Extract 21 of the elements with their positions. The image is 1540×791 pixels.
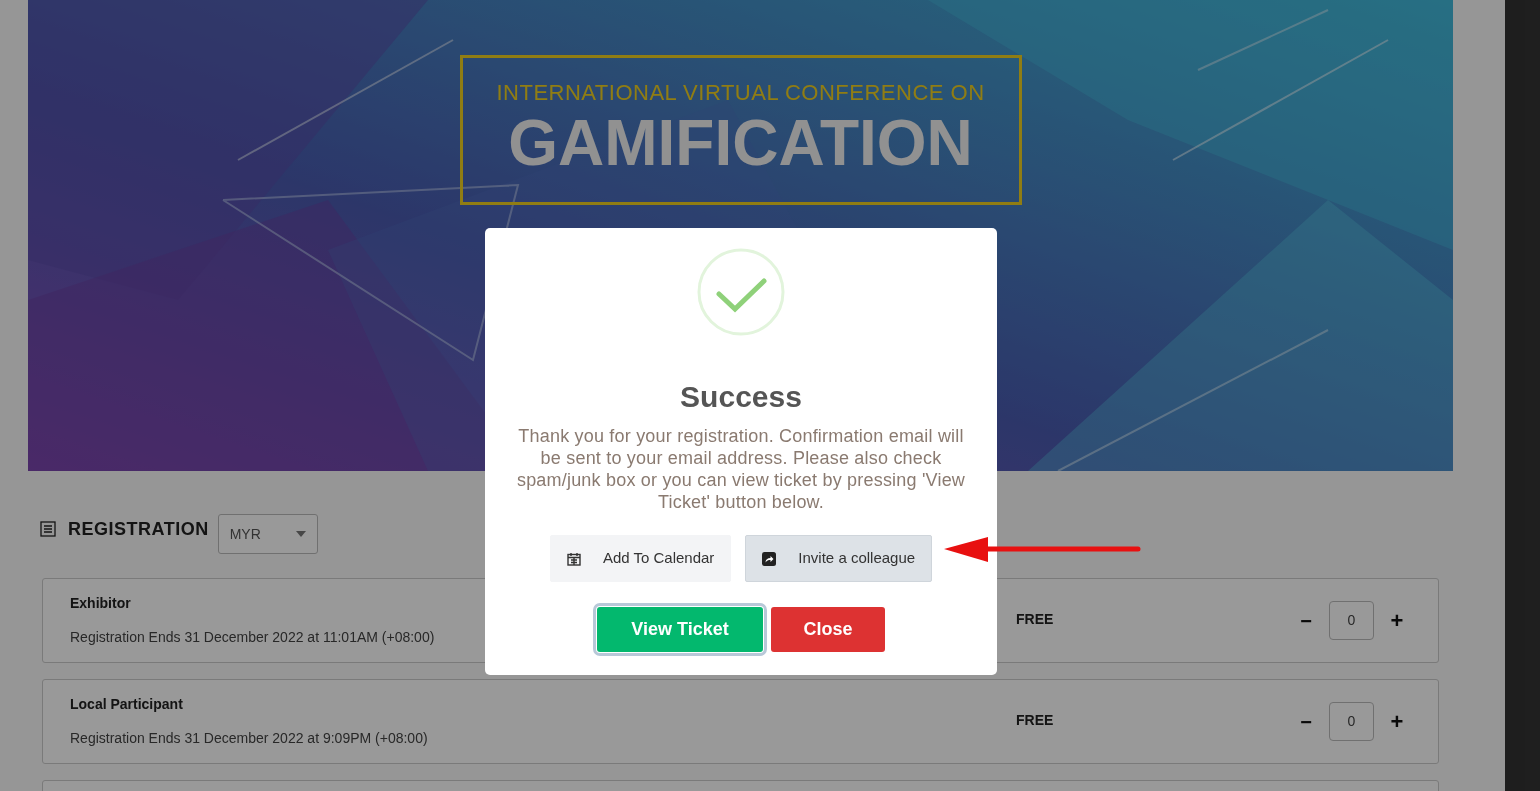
- decrease-button[interactable]: −: [1299, 605, 1313, 636]
- dialog-link-button[interactable]: Invite a colleague: [745, 535, 933, 582]
- ticket-deadline: Registration Ends 31 December 2022 at 11:01AM (+08:00): [70, 628, 435, 647]
- ticket-price: FREE: [1016, 711, 1054, 730]
- ticket-deadline: Registration Ends 31 December 2022 at 9:09PM (+08:00): [70, 729, 428, 748]
- ticket-name: Exhibitor: [70, 594, 131, 613]
- ticket-name: Local Participant: [70, 695, 183, 714]
- increase-button[interactable]: +: [1390, 705, 1404, 738]
- dialog-link-button[interactable]: Add To Calendar: [549, 535, 732, 582]
- dialog-button[interactable]: Close: [771, 607, 885, 652]
- currency-select[interactable]: MYR: [217, 514, 318, 554]
- quantity-field[interactable]: 0: [1329, 702, 1374, 741]
- decrease-button[interactable]: −: [1299, 706, 1313, 737]
- section-heading: REGISTRATION: [68, 517, 209, 541]
- ticket-price: FREE: [1016, 610, 1054, 629]
- increase-button[interactable]: +: [1390, 604, 1404, 637]
- dialog-title: Success: [680, 379, 802, 415]
- banner-title: GAMIFICATION: [508, 108, 973, 178]
- banner-subtitle: INTERNATIONAL VIRTUAL CONFERENCE ON: [496, 79, 985, 107]
- dialog-message: Thank you for your registration. Confirmation email will be sent to your email address. Please also check spam/junk box or you can view ticket by pressing 'View Ticket' button below.: [515, 425, 967, 513]
- quantity-field[interactable]: 0: [1329, 601, 1374, 640]
